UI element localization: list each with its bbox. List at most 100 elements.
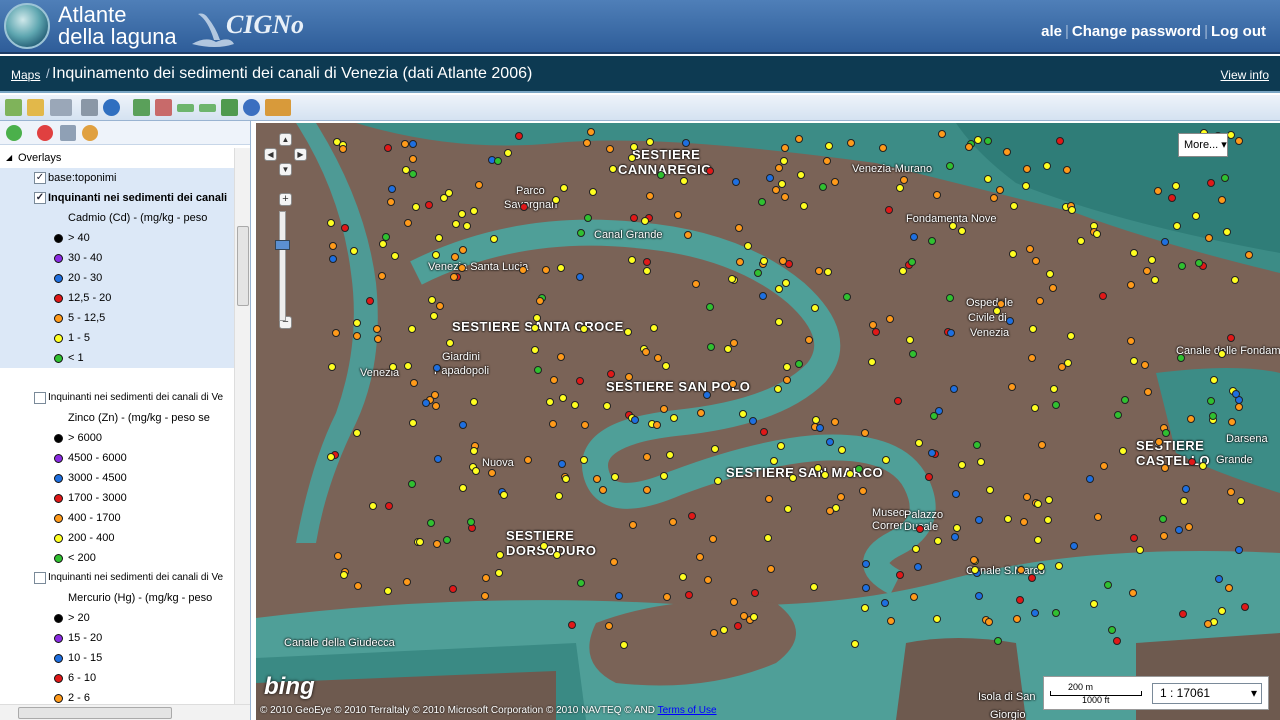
sample-point[interactable]: [703, 391, 711, 399]
sample-point[interactable]: [732, 178, 740, 186]
sample-point[interactable]: [728, 275, 736, 283]
sample-point[interactable]: [714, 477, 722, 485]
sample-point[interactable]: [1148, 256, 1156, 264]
sample-point[interactable]: [643, 258, 651, 266]
info-icon[interactable]: [243, 99, 260, 116]
sample-point[interactable]: [1188, 458, 1196, 466]
sample-point[interactable]: [688, 512, 696, 520]
sample-point[interactable]: [1237, 497, 1245, 505]
sample-point[interactable]: [958, 461, 966, 469]
sample-point[interactable]: [764, 534, 772, 542]
sample-point[interactable]: [1227, 334, 1235, 342]
sample-point[interactable]: [906, 336, 914, 344]
sample-point[interactable]: [1205, 234, 1213, 242]
sample-point[interactable]: [767, 565, 775, 573]
sample-point[interactable]: [470, 447, 478, 455]
sample-point[interactable]: [938, 130, 946, 138]
sample-point[interactable]: [436, 302, 444, 310]
sample-point[interactable]: [353, 429, 361, 437]
sample-point[interactable]: [760, 428, 768, 436]
layer-cadmio-checkbox[interactable]: ✓: [34, 192, 46, 204]
sample-point[interactable]: [1113, 637, 1121, 645]
sample-point[interactable]: [353, 332, 361, 340]
zoom-extent-icon[interactable]: [221, 99, 238, 116]
sample-point[interactable]: [433, 364, 441, 372]
sample-point[interactable]: [946, 162, 954, 170]
sample-point[interactable]: [670, 414, 678, 422]
sample-point[interactable]: [685, 591, 693, 599]
sample-point[interactable]: [1207, 397, 1215, 405]
sample-point[interactable]: [662, 362, 670, 370]
sample-point[interactable]: [1209, 412, 1217, 420]
sample-point[interactable]: [1094, 513, 1102, 521]
hscroll-thumb[interactable]: [18, 707, 172, 719]
sample-point[interactable]: [819, 183, 827, 191]
sample-point[interactable]: [660, 405, 668, 413]
logout-link[interactable]: Log out: [1211, 23, 1266, 40]
sample-point[interactable]: [515, 132, 523, 140]
sample-point[interactable]: [350, 247, 358, 255]
sample-point[interactable]: [1235, 546, 1243, 554]
sample-point[interactable]: [1231, 276, 1239, 284]
back-arrow-icon[interactable]: [177, 104, 194, 112]
sample-point[interactable]: [811, 304, 819, 312]
sample-point[interactable]: [1227, 131, 1235, 139]
sample-point[interactable]: [754, 269, 762, 277]
sample-point[interactable]: [1023, 165, 1031, 173]
sample-point[interactable]: [707, 343, 715, 351]
sample-point[interactable]: [973, 441, 981, 449]
sample-point[interactable]: [459, 421, 467, 429]
sample-point[interactable]: [975, 516, 983, 524]
sample-point[interactable]: [404, 219, 412, 227]
sample-point[interactable]: [1241, 603, 1249, 611]
sample-point[interactable]: [555, 492, 563, 500]
sample-point[interactable]: [1043, 162, 1051, 170]
sample-point[interactable]: [823, 157, 831, 165]
sample-point[interactable]: [450, 273, 458, 281]
sample-point[interactable]: [354, 582, 362, 590]
sample-point[interactable]: [374, 335, 382, 343]
sample-point[interactable]: [536, 297, 544, 305]
sample-point[interactable]: [341, 224, 349, 232]
sample-point[interactable]: [965, 143, 973, 151]
sample-point[interactable]: [1031, 609, 1039, 617]
remove-layer-icon[interactable]: [37, 125, 53, 141]
sample-point[interactable]: [571, 401, 579, 409]
sample-point[interactable]: [826, 507, 834, 515]
sample-point[interactable]: [975, 592, 983, 600]
sample-point[interactable]: [666, 451, 674, 459]
sample-point[interactable]: [559, 394, 567, 402]
tree-root-overlays[interactable]: ◢ Overlays: [0, 148, 234, 168]
sample-point[interactable]: [862, 560, 870, 568]
sample-point[interactable]: [765, 495, 773, 503]
sample-point[interactable]: [772, 186, 780, 194]
sample-point[interactable]: [558, 460, 566, 468]
sample-point[interactable]: [577, 229, 585, 237]
sample-point[interactable]: [329, 255, 337, 263]
sample-point[interactable]: [470, 207, 478, 215]
sample-point[interactable]: [915, 439, 923, 447]
sample-point[interactable]: [475, 181, 483, 189]
sample-point[interactable]: [1161, 238, 1169, 246]
sample-point[interactable]: [1221, 174, 1229, 182]
sample-point[interactable]: [427, 519, 435, 527]
sample-point[interactable]: [994, 637, 1002, 645]
sample-point[interactable]: [1210, 376, 1218, 384]
sample-point[interactable]: [696, 553, 704, 561]
sample-point[interactable]: [674, 211, 682, 219]
sample-point[interactable]: [894, 397, 902, 405]
sample-point[interactable]: [332, 329, 340, 337]
zoom-in-icon[interactable]: [133, 99, 150, 116]
sample-point[interactable]: [846, 470, 854, 478]
sample-point[interactable]: [584, 214, 592, 222]
print-icon[interactable]: [81, 99, 98, 116]
sample-point[interactable]: [912, 545, 920, 553]
sample-point[interactable]: [353, 319, 361, 327]
sample-point[interactable]: [704, 576, 712, 584]
pan-left-icon[interactable]: ◀: [264, 148, 277, 161]
sample-point[interactable]: [1154, 187, 1162, 195]
sample-point[interactable]: [1225, 584, 1233, 592]
sample-point[interactable]: [1029, 325, 1037, 333]
sample-point[interactable]: [1003, 148, 1011, 156]
sample-point[interactable]: [482, 574, 490, 582]
